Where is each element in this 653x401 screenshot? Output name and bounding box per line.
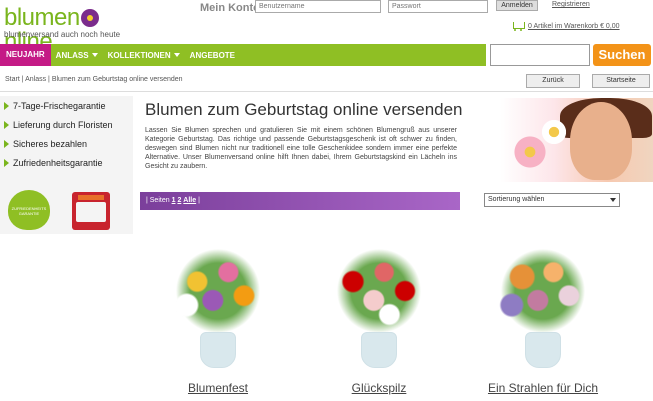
- usp-item: Lieferung durch Floristen: [0, 115, 133, 134]
- usp-item: Sicheres bezahlen: [0, 134, 133, 153]
- product-card[interactable]: Ein Strahlen für Dich: [483, 240, 603, 401]
- nav-item-label: ANLASS: [55, 50, 89, 60]
- nav-item-angebote[interactable]: ANGEBOTE: [185, 51, 240, 60]
- page-link-1[interactable]: 1: [172, 197, 176, 204]
- sort-select-value: Sortierung wählen: [488, 196, 545, 203]
- caret-down-icon: [91, 53, 98, 57]
- flower-logo-icon: [80, 9, 99, 27]
- site-logo[interactable]: blumennline blumenversand auch noch heut…: [4, 4, 144, 54]
- pager-label: | Seiten: [146, 197, 170, 204]
- page-link-2[interactable]: 2: [177, 197, 181, 204]
- breadcrumb-bar: Start | Anlass | Blumen zum Geburtstag o…: [0, 72, 653, 92]
- nav-item-neujahr[interactable]: NEUJAHR: [0, 44, 51, 66]
- breadcrumb[interactable]: Start | Anlass | Blumen zum Geburtstag o…: [5, 76, 183, 83]
- product-name[interactable]: Glückspilz: [319, 381, 439, 395]
- usp-label: Zufriedenheitsgarantie: [13, 157, 103, 168]
- flower-icon: [540, 118, 568, 146]
- hero-image: [500, 98, 653, 182]
- main-nav: NEUJAHR ANLASS KOLLEKTIONEN ANGEBOTE: [0, 44, 486, 66]
- product-name[interactable]: Ein Strahlen für Dich: [483, 381, 603, 395]
- cart-link[interactable]: 0 Artikel im Warenkorb € 0,00: [512, 22, 620, 31]
- register-link[interactable]: Registrieren: [552, 1, 590, 8]
- nav-item-label: KOLLEKTIONEN: [107, 50, 171, 60]
- page-link-all[interactable]: Alle: [183, 197, 196, 204]
- login-button[interactable]: Anmelden: [496, 0, 538, 11]
- sort-select[interactable]: Sortierung wählen: [484, 193, 620, 207]
- cart-summary: 0 Artikel im Warenkorb € 0,00: [528, 23, 620, 30]
- usp-item: 7-Tage-Frischegarantie: [0, 96, 133, 115]
- usp-sidebar: 7-Tage-Frischegarantie Lieferung durch F…: [0, 96, 133, 234]
- arrow-right-icon: [4, 101, 9, 110]
- product-image[interactable]: [158, 240, 278, 375]
- usp-label: Sicheres bezahlen: [13, 138, 88, 149]
- satisfaction-badge-icon[interactable]: ZUFRIEDENHEITS GARANTIE: [8, 190, 50, 230]
- home-button[interactable]: Startseite: [592, 74, 650, 88]
- usp-item: Zufriedenheitsgarantie: [0, 153, 133, 172]
- product-card[interactable]: Glückspilz: [319, 240, 439, 401]
- nav-item-kollektionen[interactable]: KOLLEKTIONEN: [103, 51, 185, 60]
- usp-label: 7-Tage-Frischegarantie: [13, 100, 106, 111]
- product-card[interactable]: Blumenfest: [158, 240, 278, 401]
- product-name[interactable]: Blumenfest: [158, 381, 278, 395]
- caret-down-icon: [610, 198, 616, 202]
- shopping-cart-icon: [512, 22, 525, 31]
- back-button[interactable]: Zurück: [526, 74, 580, 88]
- trust-badges: ZUFRIEDENHEITS GARANTIE: [8, 190, 110, 230]
- pagination-bar: | Seiten 1 2 Alle |: [140, 192, 460, 210]
- arrow-right-icon: [4, 139, 9, 148]
- florist-badge-icon[interactable]: [72, 192, 110, 230]
- username-input[interactable]: [255, 0, 381, 13]
- intro-text: Lassen Sie Blumen sprechen und gratulier…: [145, 127, 457, 170]
- search-input[interactable]: [490, 44, 590, 66]
- usp-label: Lieferung durch Floristen: [13, 119, 113, 130]
- pager-separator: |: [198, 197, 200, 204]
- product-image[interactable]: [483, 240, 603, 375]
- logo-tagline: blumenversand auch noch heute: [4, 30, 121, 39]
- page-title: Blumen zum Geburtstag online versenden: [145, 100, 463, 119]
- arrow-right-icon: [4, 120, 9, 129]
- caret-down-icon: [173, 53, 180, 57]
- nav-item-anlass[interactable]: ANLASS: [51, 51, 103, 60]
- product-image[interactable]: [319, 240, 439, 375]
- password-input[interactable]: [388, 0, 488, 13]
- nav-item-label: ANGEBOTE: [189, 50, 236, 60]
- logo-text-left: blumen: [4, 4, 80, 31]
- arrow-right-icon: [4, 158, 9, 167]
- account-label: Mein Konto: [200, 2, 260, 14]
- search-button[interactable]: Suchen: [593, 44, 651, 66]
